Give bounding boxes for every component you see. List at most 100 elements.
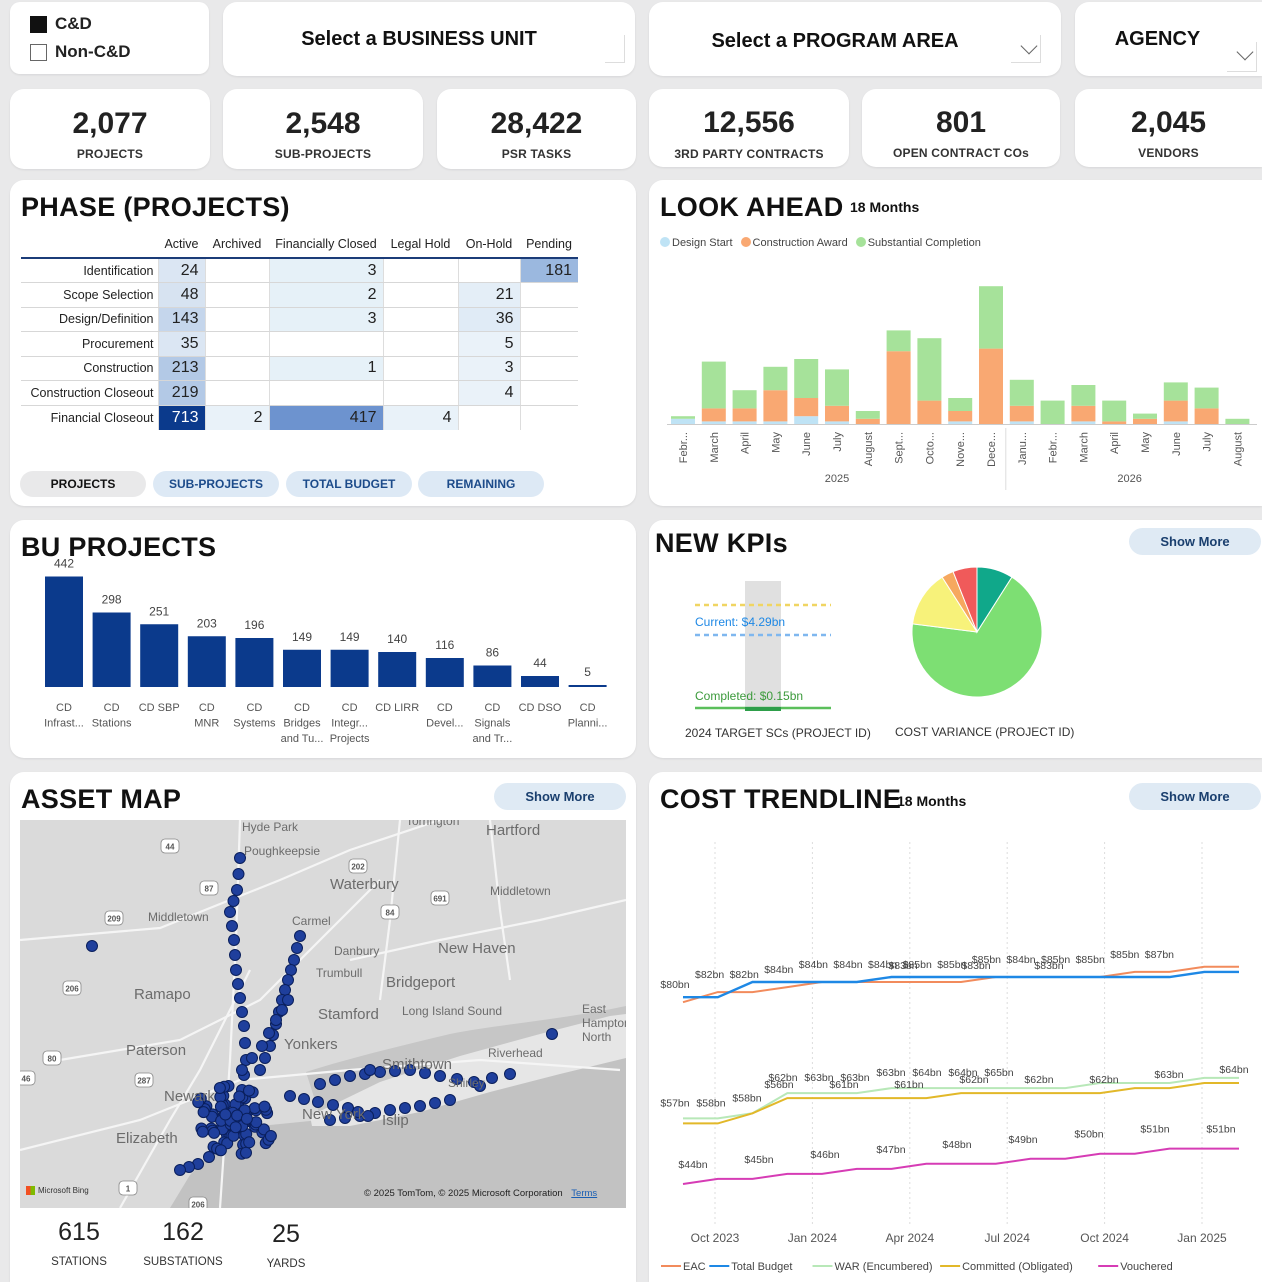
map-place-label: Stamford <box>318 1006 379 1023</box>
non-cd-checkbox-row[interactable]: Non-C&D <box>30 42 131 62</box>
matrix-cell[interactable] <box>457 405 520 430</box>
terms-link[interactable]: Terms <box>571 1188 597 1199</box>
matrix-cell[interactable]: 3 <box>268 307 383 332</box>
kpi-label: PROJECTS <box>76 147 144 161</box>
matrix-cell[interactable] <box>268 380 383 406</box>
matrix-cell[interactable] <box>382 380 458 406</box>
matrix-cell[interactable] <box>519 405 578 430</box>
table-row[interactable]: Procurement 35 5 <box>21 331 578 357</box>
table-row[interactable]: Design/Definition 143 3 36 <box>21 307 578 332</box>
column-header[interactable]: Active <box>158 230 205 259</box>
matrix-cell[interactable] <box>519 331 578 357</box>
matrix-cell[interactable]: 21 <box>457 282 520 308</box>
matrix-cell[interactable]: 48 <box>157 282 205 308</box>
matrix-cell[interactable] <box>204 380 269 406</box>
matrix-cell[interactable]: 3 <box>268 258 383 283</box>
asset-map-show-more-button[interactable]: Show More <box>494 783 626 810</box>
station-dot <box>276 1004 288 1016</box>
matrix-cell[interactable]: 713 <box>157 405 205 430</box>
matrix-cell[interactable]: 2 <box>268 282 383 308</box>
station-dot <box>285 964 297 976</box>
matrix-cell[interactable] <box>204 356 269 381</box>
trend-data-label: $83bn <box>961 960 990 972</box>
station-dot <box>228 934 240 946</box>
trend-data-label: $62bn <box>1024 1074 1053 1086</box>
matrix-cell[interactable] <box>457 258 520 283</box>
matrix-cell[interactable]: 35 <box>157 331 205 357</box>
matrix-cell[interactable]: 4 <box>457 380 520 406</box>
table-row[interactable]: Scope Selection 48 2 21 <box>21 282 578 308</box>
table-row[interactable]: Construction Closeout 219 4 <box>21 380 578 406</box>
trend-data-label: $47bn <box>876 1144 905 1156</box>
row-label: Design/Definition <box>21 307 158 332</box>
matrix-cell[interactable]: 417 <box>268 405 383 430</box>
legend-label: Vouchered <box>1120 1261 1173 1273</box>
matrix-cell[interactable]: 213 <box>157 356 205 381</box>
trend-data-label: $48bn <box>942 1139 971 1151</box>
asset-map[interactable]: 44 202 87 691 84 209 206 80 287 1 46 206 Hyde Park … <box>20 820 626 1208</box>
table-row[interactable]: Identification 24 3 181 <box>21 258 578 283</box>
tab-projects[interactable]: PROJECTS <box>20 471 146 497</box>
matrix-cell[interactable] <box>268 331 383 357</box>
matrix-cell[interactable]: 5 <box>457 331 520 357</box>
table-row[interactable]: Financial Closeout 713 2 417 4 <box>21 405 578 430</box>
look-ahead-bar <box>855 418 880 424</box>
matrix-cell[interactable]: 4 <box>382 405 458 430</box>
trend-data-label: $85bn <box>1110 949 1139 961</box>
matrix-cell[interactable]: 24 <box>157 258 205 283</box>
map-place-label: Shirley <box>448 1076 485 1090</box>
matrix-cell[interactable] <box>519 307 578 332</box>
column-header[interactable]: Pending <box>520 230 578 259</box>
station-dot <box>208 1126 221 1139</box>
look-ahead-bar <box>732 408 757 422</box>
new-kpis-show-more-button[interactable]: Show More <box>1129 528 1261 555</box>
table-row[interactable]: Construction 213 1 3 <box>21 356 578 381</box>
tab-sub-projects[interactable]: SUB-PROJECTS <box>153 471 279 497</box>
column-header[interactable]: Financially Closed <box>269 230 383 259</box>
agency-dropdown[interactable]: AGENCY <box>1075 2 1262 76</box>
matrix-cell[interactable]: 36 <box>457 307 520 332</box>
matrix-cell[interactable]: 219 <box>157 380 205 406</box>
matrix-cell[interactable]: 181 <box>519 258 578 283</box>
matrix-cell[interactable] <box>519 380 578 406</box>
station-dot <box>256 1040 268 1052</box>
tab-remaining[interactable]: REMAINING <box>418 471 544 497</box>
column-header[interactable]: Legal Hold <box>383 230 458 259</box>
station-dot <box>238 1020 250 1032</box>
matrix-cell[interactable]: 2 <box>204 405 269 430</box>
matrix-cell[interactable]: 3 <box>457 356 520 381</box>
matrix-cell[interactable] <box>519 356 578 381</box>
cd-checkbox-row[interactable]: C&D <box>30 14 92 34</box>
station-dot <box>236 1006 248 1018</box>
look-ahead-bar <box>948 411 973 422</box>
matrix-cell[interactable]: 143 <box>157 307 205 332</box>
map-place-label: Yonkers <box>284 1036 338 1053</box>
bu-data-label: 44 <box>533 656 547 670</box>
matrix-cell[interactable] <box>204 307 269 332</box>
new-kpis-title: NEW KPIs <box>655 528 788 558</box>
program-area-dropdown[interactable]: Select a PROGRAM AREA <box>649 2 1061 76</box>
matrix-cell[interactable] <box>382 258 458 283</box>
column-header[interactable]: Archived <box>205 230 269 259</box>
matrix-cell[interactable] <box>382 331 458 357</box>
bu-category-label: Projects <box>330 733 370 745</box>
tab-total-budget[interactable]: TOTAL BUDGET <box>286 471 412 497</box>
month-tick-label: Febr... <box>1048 432 1060 463</box>
column-header[interactable]: On-Hold <box>458 230 520 259</box>
matrix-cell[interactable]: 1 <box>268 356 383 381</box>
matrix-cell[interactable] <box>519 282 578 308</box>
map-place-label: Hyde Park <box>242 820 299 834</box>
non-cd-checkbox[interactable] <box>30 43 47 61</box>
matrix-cell[interactable] <box>382 356 458 381</box>
matrix-cell[interactable] <box>204 258 269 283</box>
matrix-cell[interactable] <box>204 282 269 308</box>
matrix-cell[interactable] <box>204 331 269 357</box>
matrix-cell[interactable] <box>382 307 458 332</box>
cd-checkbox[interactable] <box>30 15 47 33</box>
look-ahead-bar <box>1071 385 1096 406</box>
map-place-label: East Hampton North <box>582 1002 626 1044</box>
business-unit-dropdown[interactable]: Select a BUSINESS UNIT <box>223 2 838 76</box>
bu-category-label: Devel... <box>426 718 463 730</box>
matrix-cell[interactable] <box>382 282 458 308</box>
station-dot <box>314 1078 326 1090</box>
